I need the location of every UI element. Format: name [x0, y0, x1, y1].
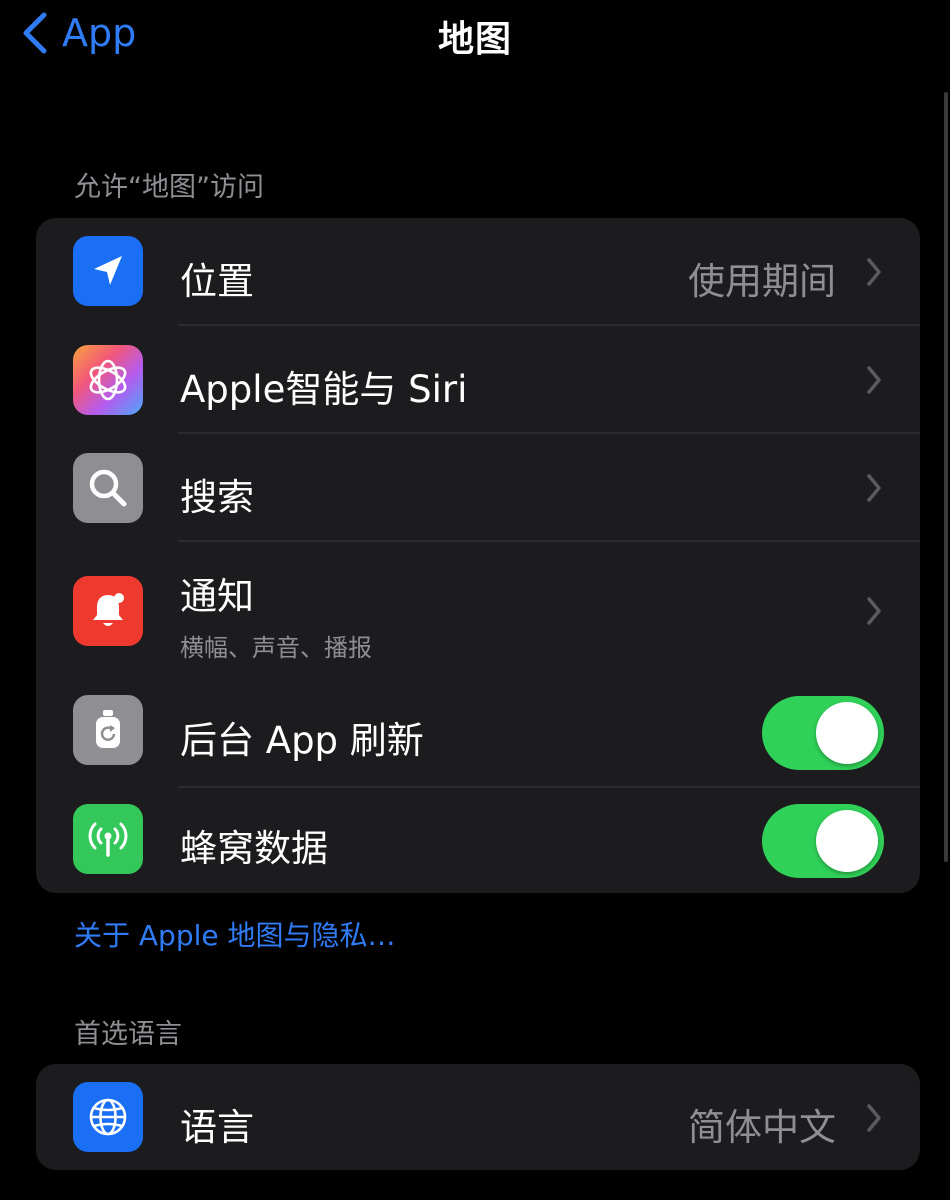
chevron-right-icon	[864, 255, 884, 289]
row-location-value: 使用期间	[688, 260, 836, 303]
chevron-right-icon	[864, 471, 884, 505]
row-background-app-refresh-label: 后台 App 刷新	[180, 719, 424, 762]
section-header-language: 首选语言	[74, 1019, 182, 1050]
access-settings-group: 位置 使用期间 Apple智能与 Siri 搜索 通知 横幅、声音、播报 后台 …	[36, 218, 920, 893]
row-language-value: 简体中文	[688, 1106, 836, 1149]
row-language-label: 语言	[180, 1106, 254, 1149]
row-language[interactable]: 语言 简体中文	[36, 1064, 920, 1170]
location-arrow-icon	[73, 236, 143, 306]
chevron-right-icon	[864, 594, 884, 628]
row-notifications-label: 通知	[180, 575, 254, 618]
page-title: 地图	[437, 19, 512, 60]
globe-icon	[73, 1082, 143, 1152]
section-header-access: 允许“地图”访问	[74, 172, 264, 203]
bell-icon	[73, 576, 143, 646]
privacy-link[interactable]: 关于 Apple 地图与隐私…	[74, 914, 396, 954]
background-refresh-icon	[73, 695, 143, 765]
row-background-app-refresh: 后台 App 刷新	[36, 680, 920, 788]
row-cellular-data: 蜂窝数据	[36, 788, 920, 893]
language-settings-group: 语言 简体中文	[36, 1064, 920, 1170]
cellular-antenna-icon	[73, 804, 143, 874]
navigation-bar: App 地图	[0, 0, 950, 70]
row-location[interactable]: 位置 使用期间	[36, 218, 920, 326]
search-icon	[73, 453, 143, 523]
row-apple-intelligence-siri-label: Apple智能与 Siri	[180, 368, 468, 411]
row-notifications-subtitle: 横幅、声音、播报	[180, 634, 372, 662]
chevron-right-icon	[864, 363, 884, 397]
row-notifications[interactable]: 通知 横幅、声音、播报	[36, 542, 920, 680]
toggle-knob	[816, 810, 878, 872]
cellular-data-toggle[interactable]	[762, 804, 884, 878]
scroll-indicator[interactable]	[944, 92, 948, 862]
chevron-right-icon	[864, 1101, 884, 1135]
toggle-knob	[816, 702, 878, 764]
row-location-label: 位置	[180, 260, 254, 303]
row-apple-intelligence-siri[interactable]: Apple智能与 Siri	[36, 326, 920, 434]
row-search-label: 搜索	[180, 476, 254, 519]
background-app-refresh-toggle[interactable]	[762, 696, 884, 770]
apple-intelligence-icon	[73, 345, 143, 415]
row-cellular-data-label: 蜂窝数据	[180, 827, 328, 870]
row-search[interactable]: 搜索	[36, 434, 920, 542]
settings-page: App 地图 允许“地图”访问 位置 使用期间 Apple智能与 Siri 搜索…	[0, 0, 950, 1200]
